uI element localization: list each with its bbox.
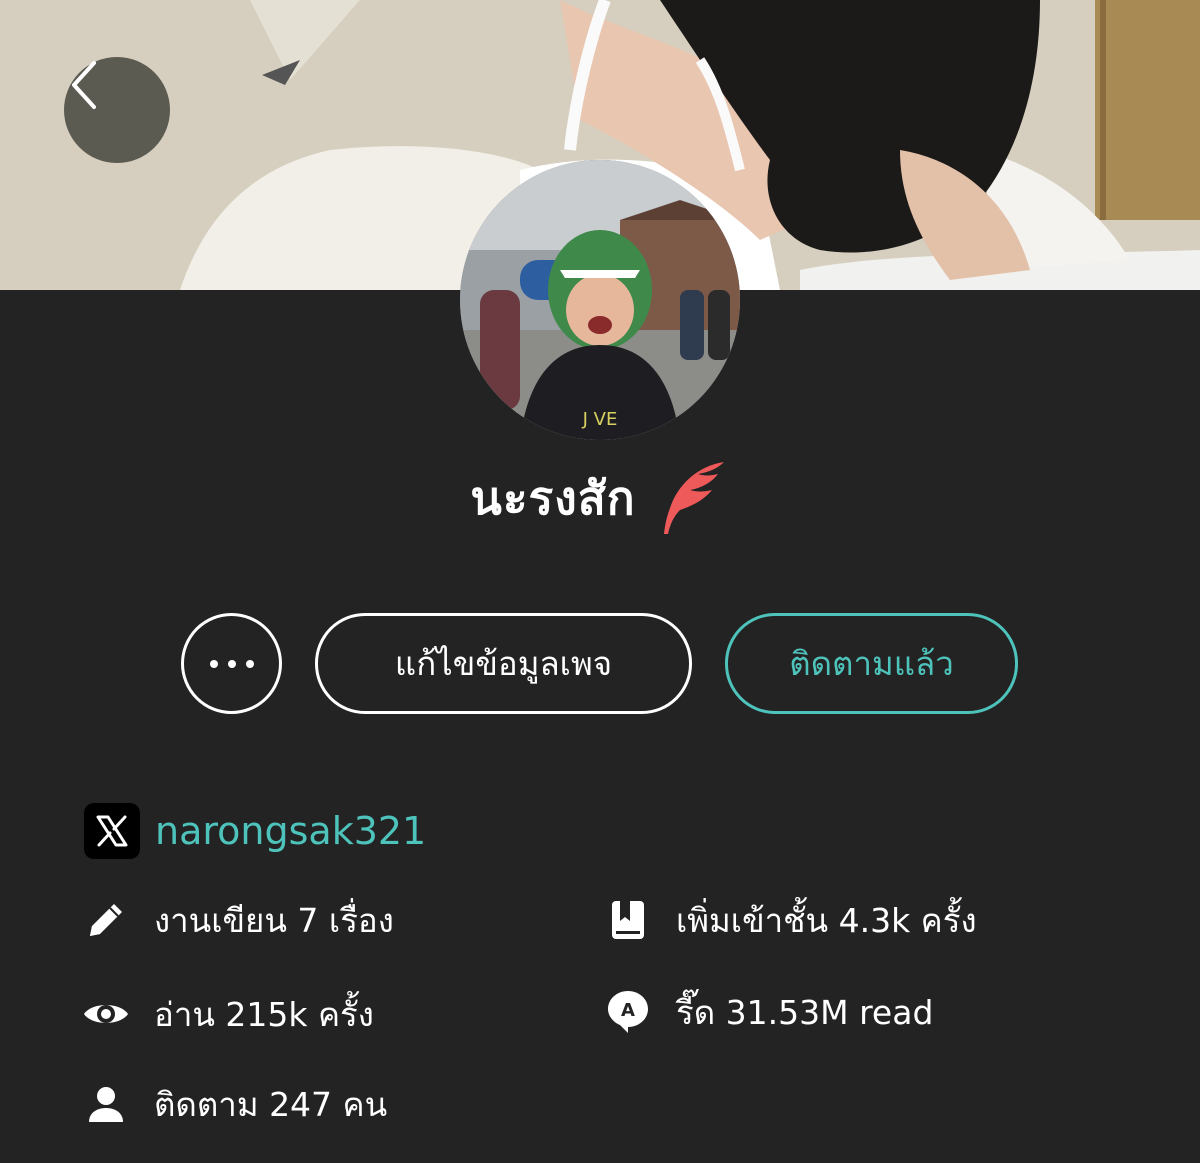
pencil-icon bbox=[90, 904, 122, 936]
stat-works-text: งานเขียน 7 เรื่อง bbox=[154, 900, 394, 940]
back-button[interactable] bbox=[64, 57, 170, 163]
stat-readathon-text: รี๊ด 31.53M read bbox=[676, 992, 934, 1032]
stat-readathon: A รี๊ด 31.53M read bbox=[604, 984, 933, 1040]
more-dots-icon bbox=[209, 659, 254, 668]
speech-bubble-a-icon: A bbox=[608, 991, 648, 1033]
following-button[interactable]: ติดตามแล้ว bbox=[725, 613, 1018, 714]
avatar[interactable]: J VE bbox=[460, 160, 740, 440]
person-icon bbox=[89, 1087, 123, 1122]
avatar-image: J VE bbox=[460, 160, 740, 440]
bookmark-book-icon bbox=[612, 901, 644, 939]
profile-name-row: นะรงสัก bbox=[0, 458, 1200, 538]
chevron-left-icon bbox=[72, 61, 96, 109]
profile-name: นะรงสัก bbox=[470, 470, 636, 525]
edit-page-button[interactable]: แก้ไขข้อมูลเพจ bbox=[315, 613, 692, 714]
stat-shelf: เพิ่มเข้าชั้น 4.3k ครั้ง bbox=[604, 892, 977, 948]
eye-icon bbox=[84, 1005, 128, 1023]
twitter-handle-link[interactable]: narongsak321 bbox=[155, 806, 426, 856]
svg-text:A: A bbox=[621, 1000, 635, 1021]
stat-followers-text: ติดตาม 247 คน bbox=[154, 1084, 388, 1124]
quill-feather-icon bbox=[663, 462, 724, 534]
stat-followers: ติดตาม 247 คน bbox=[82, 1076, 387, 1132]
following-label: ติดตามแล้ว bbox=[789, 644, 954, 683]
stat-works: งานเขียน 7 เรื่อง bbox=[82, 892, 394, 948]
stat-shelf-text: เพิ่มเข้าชั้น 4.3k ครั้ง bbox=[676, 900, 977, 940]
stat-reads-text: อ่าน 215k ครั้ง bbox=[154, 994, 374, 1034]
svg-text:J VE: J VE bbox=[582, 409, 618, 430]
stat-reads: อ่าน 215k ครั้ง bbox=[82, 986, 374, 1042]
more-options-button[interactable] bbox=[181, 613, 282, 714]
edit-page-label: แก้ไขข้อมูลเพจ bbox=[394, 644, 613, 683]
x-logo-badge[interactable] bbox=[84, 803, 140, 859]
x-logo-icon bbox=[96, 815, 128, 847]
